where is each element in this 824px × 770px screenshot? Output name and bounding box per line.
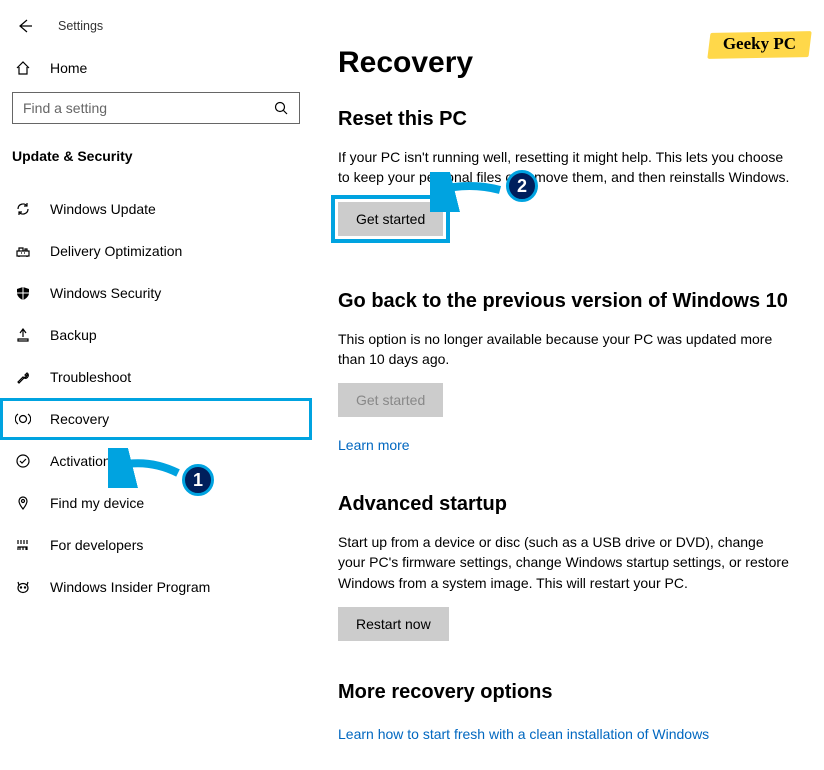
goback-desc: This option is no longer available becau… [338, 329, 794, 370]
sidebar-item-label: Recovery [50, 411, 109, 427]
sidebar-item-label: Activation [50, 453, 111, 469]
watermark: Geeky PC [711, 30, 808, 60]
reset-desc: If your PC isn't running well, resetting… [338, 147, 794, 188]
recovery-icon [14, 410, 32, 428]
sidebar-item-insider[interactable]: Windows Insider Program [0, 566, 312, 608]
fresh-install-link[interactable]: Learn how to start fresh with a clean in… [338, 726, 709, 742]
sidebar-item-label: For developers [50, 537, 143, 553]
restart-now-button[interactable]: Restart now [338, 607, 449, 641]
home-label: Home [50, 60, 87, 76]
sidebar-item-label: Windows Security [50, 285, 161, 301]
sidebar-item-label: Find my device [50, 495, 144, 511]
location-icon [14, 494, 32, 512]
sidebar-item-home[interactable]: Home [0, 50, 312, 92]
sidebar-item-label: Delivery Optimization [50, 243, 182, 259]
sidebar-item-backup[interactable]: Backup [0, 314, 312, 356]
search-icon [273, 101, 289, 115]
reset-get-started-button[interactable]: Get started [338, 202, 443, 236]
back-button[interactable] [14, 16, 34, 36]
sidebar-item-delivery-optimization[interactable]: Delivery Optimization [0, 230, 312, 272]
sidebar: Settings Home Update & Security Windows … [0, 0, 312, 770]
sidebar-item-troubleshoot[interactable]: Troubleshoot [0, 356, 312, 398]
sidebar-item-find-my-device[interactable]: Find my device [0, 482, 312, 524]
developer-icon [14, 536, 32, 554]
sidebar-item-label: Windows Update [50, 201, 156, 217]
backup-icon [14, 326, 32, 344]
insider-icon [14, 578, 32, 596]
sidebar-item-windows-update[interactable]: Windows Update [0, 188, 312, 230]
advanced-desc: Start up from a device or disc (such as … [338, 532, 794, 593]
section-header: Update & Security [0, 140, 312, 188]
main-panel: Recovery Reset this PC If your PC isn't … [312, 0, 824, 770]
sidebar-item-activation[interactable]: Activation [0, 440, 312, 482]
sidebar-item-label: Backup [50, 327, 97, 343]
sidebar-item-for-developers[interactable]: For developers [0, 524, 312, 566]
shield-icon [14, 284, 32, 302]
sidebar-item-label: Windows Insider Program [50, 579, 210, 595]
home-icon [14, 60, 32, 76]
goback-get-started-button: Get started [338, 383, 443, 417]
delivery-icon [14, 242, 32, 260]
section-title-reset: Reset this PC [338, 108, 798, 131]
sidebar-item-recovery[interactable]: Recovery [0, 398, 312, 440]
wrench-icon [14, 368, 32, 386]
search-input[interactable] [23, 100, 273, 116]
search-box[interactable] [12, 92, 300, 124]
sync-icon [14, 200, 32, 218]
app-title: Settings [58, 19, 103, 33]
section-title-advanced: Advanced startup [338, 493, 798, 516]
check-circle-icon [14, 452, 32, 470]
learn-more-link[interactable]: Learn more [338, 437, 410, 453]
section-title-goback: Go back to the previous version of Windo… [338, 290, 798, 313]
sidebar-item-windows-security[interactable]: Windows Security [0, 272, 312, 314]
section-title-more: More recovery options [338, 681, 798, 704]
sidebar-item-label: Troubleshoot [50, 369, 131, 385]
